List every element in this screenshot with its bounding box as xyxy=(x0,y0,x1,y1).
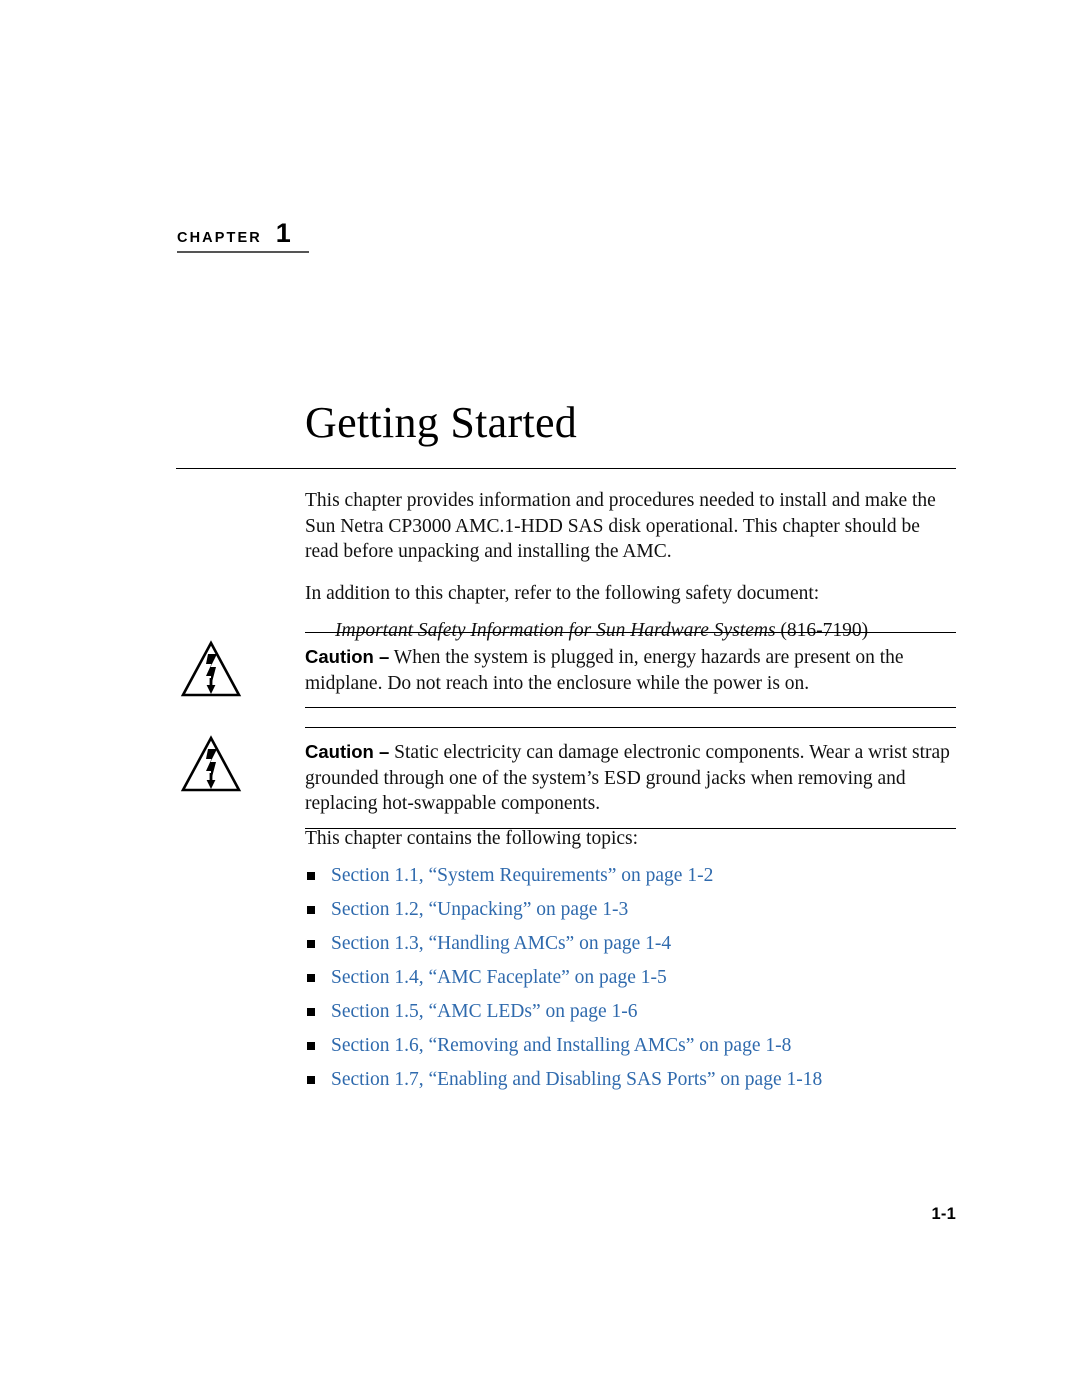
page-title: Getting Started xyxy=(305,398,578,448)
topic-link[interactable]: Section 1.1, “System Requirements” on pa… xyxy=(331,865,713,886)
page-number: 1-1 xyxy=(931,1205,956,1223)
list-item[interactable]: Section 1.5, “AMC LEDs” on page 1-6 xyxy=(305,999,985,1024)
chapter-eyebrow: CHAPTER 1 xyxy=(177,220,309,253)
topic-link[interactable]: Section 1.6, “Removing and Installing AM… xyxy=(331,1035,791,1056)
topic-link[interactable]: Section 1.3, “Handling AMCs” on page 1-4 xyxy=(331,933,671,954)
topic-link[interactable]: Section 1.7, “Enabling and Disabling SAS… xyxy=(331,1069,822,1090)
caution-block-2: Caution – Static electricity can damage … xyxy=(176,727,956,829)
caution-block-1: Caution – When the system is plugged in,… xyxy=(176,632,956,708)
document-page: CHAPTER 1 Getting Started This chapter p… xyxy=(0,0,1080,1397)
caution-body-2: Caution – Static electricity can damage … xyxy=(305,727,956,829)
bullet-square-icon xyxy=(307,973,315,982)
caution-message-1: When the system is plugged in, energy ha… xyxy=(305,647,904,694)
caution-body-1: Caution – When the system is plugged in,… xyxy=(305,632,956,708)
bullet-square-icon xyxy=(307,871,315,880)
list-item[interactable]: Section 1.3, “Handling AMCs” on page 1-4 xyxy=(305,931,985,956)
topic-link[interactable]: Section 1.5, “AMC LEDs” on page 1-6 xyxy=(331,1001,638,1022)
topic-link[interactable]: Section 1.4, “AMC Faceplate” on page 1-5 xyxy=(331,967,667,988)
electric-shock-hazard-icon xyxy=(180,735,242,793)
bullet-square-icon xyxy=(307,1075,315,1084)
intro-paragraph-2: In addition to this chapter, refer to th… xyxy=(305,582,820,604)
caution-text-2: Caution – Static electricity can damage … xyxy=(305,739,956,817)
list-item[interactable]: Section 1.1, “System Requirements” on pa… xyxy=(305,863,985,888)
bullet-square-icon xyxy=(307,1041,315,1050)
topics-list: Section 1.1, “System Requirements” on pa… xyxy=(305,863,985,1092)
electric-shock-hazard-icon xyxy=(180,640,242,698)
list-item[interactable]: Section 1.4, “AMC Faceplate” on page 1-5 xyxy=(305,965,985,990)
caution-text-1: Caution – When the system is plugged in,… xyxy=(305,644,956,696)
caution-label-1: Caution – xyxy=(305,646,390,667)
topics-section: This chapter contains the following topi… xyxy=(305,826,985,1101)
topics-lead-in: This chapter contains the following topi… xyxy=(305,828,639,849)
list-item[interactable]: Section 1.7, “Enabling and Disabling SAS… xyxy=(305,1067,985,1092)
topic-link[interactable]: Section 1.2, “Unpacking” on page 1-3 xyxy=(331,899,628,920)
chapter-number: 1 xyxy=(275,218,291,248)
list-item[interactable]: Section 1.2, “Unpacking” on page 1-3 xyxy=(305,897,985,922)
caution-message-2: Static electricity can damage electronic… xyxy=(305,742,950,814)
bullet-square-icon xyxy=(307,905,315,914)
bullet-square-icon xyxy=(307,1007,315,1016)
bullet-square-icon xyxy=(307,939,315,948)
intro-paragraph-1: This chapter provides information and pr… xyxy=(305,490,936,562)
caution-label-2: Caution – xyxy=(305,741,390,762)
intro-section: This chapter provides information and pr… xyxy=(305,488,956,644)
title-divider xyxy=(176,468,956,469)
list-item[interactable]: Section 1.6, “Removing and Installing AM… xyxy=(305,1033,985,1058)
chapter-label: CHAPTER xyxy=(177,230,262,246)
